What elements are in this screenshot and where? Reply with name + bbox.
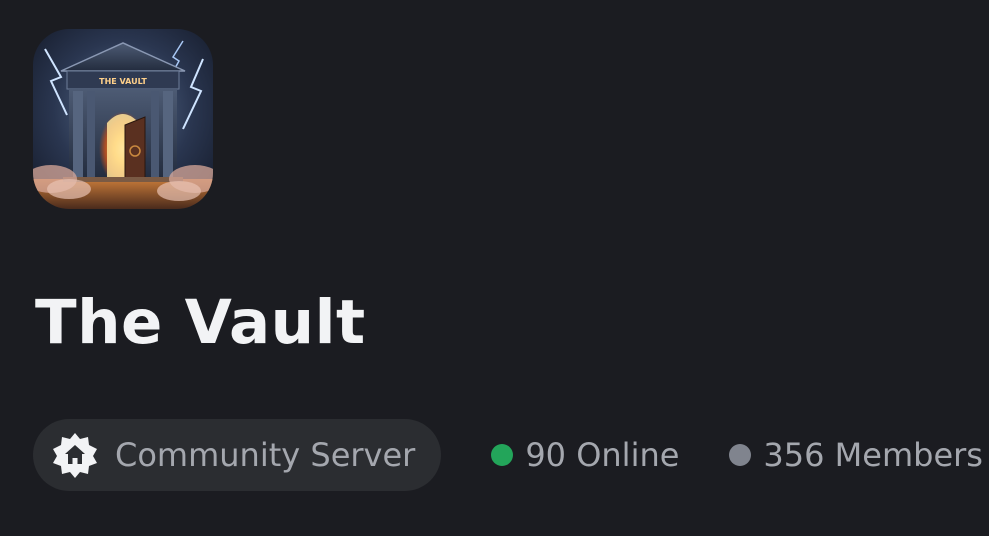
online-status-dot [491, 444, 514, 466]
member-count-label: 356 Members [763, 436, 983, 474]
community-server-label: Community Server [115, 436, 416, 474]
online-count-label: 90 Online [525, 436, 680, 474]
svg-text:THE VAULT: THE VAULT [99, 77, 147, 86]
community-home-badge-icon [53, 433, 97, 478]
community-server-badge[interactable]: Community Server [33, 419, 442, 491]
member-count: 356 Members [729, 436, 983, 474]
server-name: The Vault [35, 287, 366, 358]
vault-temple-server-icon: THE VAULT [33, 29, 213, 209]
server-icon[interactable]: THE VAULT [33, 29, 213, 209]
server-stats-row: Community Server 90 Online 356 Members [33, 419, 983, 491]
online-count: 90 Online [491, 436, 679, 474]
members-status-dot [729, 444, 752, 466]
